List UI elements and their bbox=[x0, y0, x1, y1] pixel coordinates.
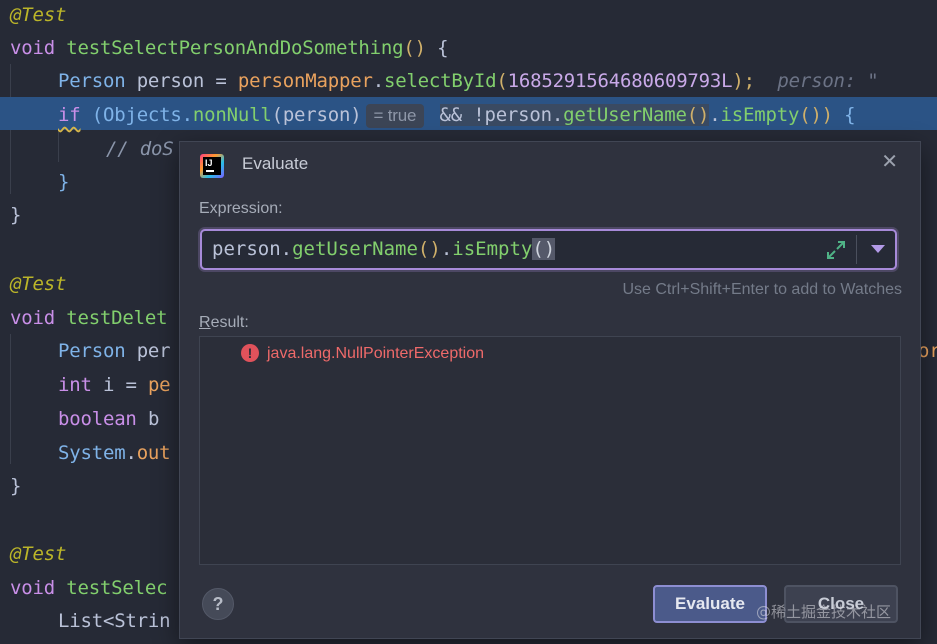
expand-icon[interactable] bbox=[825, 239, 847, 261]
code-line: Person person = personMapper.selectById(… bbox=[58, 70, 879, 92]
evaluate-button[interactable]: Evaluate bbox=[653, 585, 767, 623]
inline-value-hint: = true bbox=[365, 104, 425, 128]
expression-text[interactable]: person.getUserName().isEmpty() bbox=[212, 231, 556, 268]
result-label: Result: bbox=[199, 314, 249, 331]
code-line: // doS bbox=[106, 138, 174, 160]
inline-value-hint: person: " bbox=[777, 70, 879, 92]
result-panel[interactable]: ! java.lang.NullPointerException bbox=[199, 336, 901, 565]
history-dropdown-icon[interactable] bbox=[871, 245, 885, 253]
dialog-title: Evaluate bbox=[242, 154, 309, 173]
code-line: System.out bbox=[58, 442, 171, 464]
evaluate-dialog: IJ Evaluate ✕ Expression: person.getUser… bbox=[179, 141, 921, 639]
watermark: @稀土掘金技术社区 bbox=[756, 603, 892, 621]
close-icon[interactable]: ✕ bbox=[881, 150, 898, 174]
result-error-text[interactable]: java.lang.NullPointerException bbox=[267, 344, 484, 364]
code-line: boolean b bbox=[58, 408, 160, 430]
code-line: @Test bbox=[10, 4, 67, 26]
code-line: if (Objects.nonNull(person) = true && !pe… bbox=[58, 104, 856, 128]
watches-hint: Use Ctrl+Shift+Enter to add to Watches bbox=[622, 281, 902, 298]
code-line: @Test bbox=[10, 273, 67, 295]
error-icon: ! bbox=[241, 344, 259, 362]
code-line: void testSelectPersonAndDoSomething() { bbox=[10, 37, 449, 59]
expression-input[interactable]: person.getUserName().isEmpty() bbox=[200, 229, 897, 270]
code-line: @Test bbox=[10, 543, 67, 565]
code-line: Person per bbox=[58, 340, 171, 362]
code-line: } bbox=[10, 204, 22, 226]
help-button[interactable]: ? bbox=[202, 588, 234, 620]
code-line: void testSelec bbox=[10, 577, 168, 599]
code-line: int i = pe bbox=[58, 374, 171, 396]
code-line: } bbox=[10, 475, 22, 497]
expression-label: Expression: bbox=[199, 200, 283, 217]
code-line: void testDelet bbox=[10, 307, 168, 329]
dropdown-separator bbox=[856, 235, 857, 264]
code-line: } bbox=[58, 171, 70, 193]
intellij-logo-icon: IJ bbox=[200, 154, 224, 178]
indent-guide bbox=[58, 132, 59, 162]
code-line: List<Strin bbox=[58, 610, 171, 632]
indent-guide bbox=[10, 334, 11, 464]
